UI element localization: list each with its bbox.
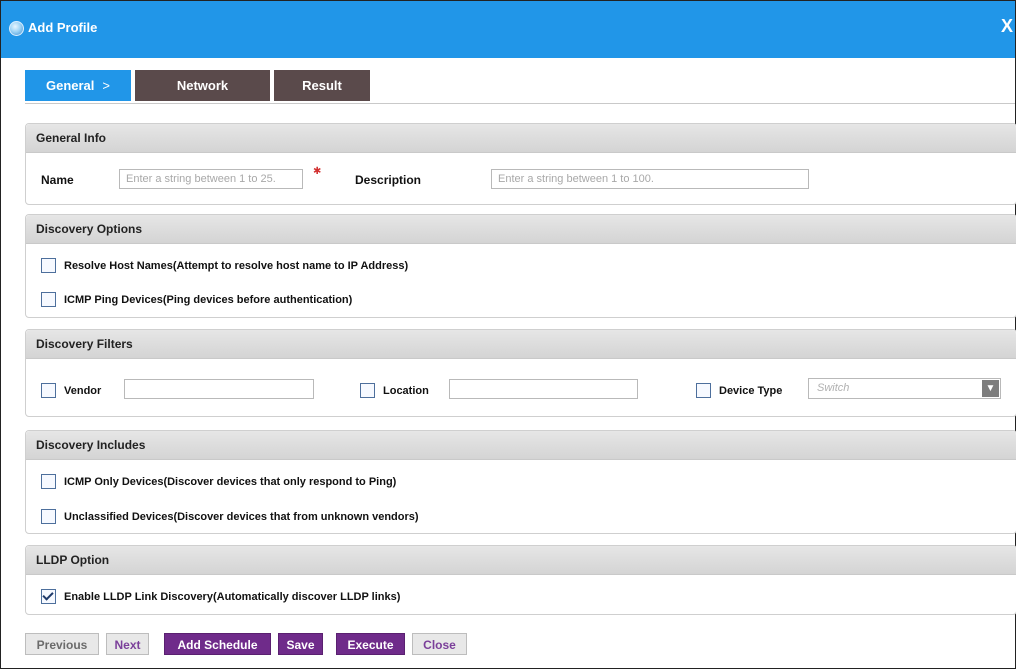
description-label: Description (355, 173, 422, 187)
previous-button[interactable]: Previous (25, 633, 99, 655)
location-checkbox[interactable] (360, 383, 375, 399)
icmp-only-devices-label: ICMP Only Devices(Discover devices that … (64, 475, 397, 488)
unclassified-devices-option: Unclassified Devices(Discover devices th… (41, 509, 419, 525)
step-general-label: General (45, 78, 95, 93)
save-button[interactable]: Save (278, 633, 323, 655)
name-input[interactable] (119, 169, 303, 189)
discovery-includes-panel: Discovery Includes ICMP Only Devices(Dis… (25, 430, 1016, 534)
resolve-host-names-option: Resolve Host Names(Attempt to resolve ho… (41, 258, 408, 274)
resolve-host-names-label: Resolve Host Names(Attempt to resolve ho… (64, 259, 409, 272)
resolve-host-names-checkbox[interactable] (41, 258, 56, 274)
required-marker-icon: ✱ (313, 166, 322, 177)
device-type-value: Switch (817, 382, 850, 394)
add-schedule-button[interactable]: Add Schedule (164, 633, 271, 655)
discovery-filters-header: Discovery Filters (26, 330, 1016, 359)
step-network[interactable]: Network (135, 70, 270, 101)
discovery-includes-header: Discovery Includes (26, 431, 1016, 460)
enable-lldp-option: Enable LLDP Link Discovery(Automatically… (41, 589, 400, 605)
icmp-ping-devices-label: ICMP Ping Devices(Ping devices before au… (64, 293, 353, 306)
enable-lldp-label: Enable LLDP Link Discovery(Automatically… (64, 590, 401, 603)
add-profile-dialog: Add Profile X General > Network Result Ge… (0, 0, 1016, 669)
lldp-option-header: LLDP Option (26, 546, 1016, 575)
lldp-option-panel: LLDP Option Enable LLDP Link Discovery(A… (25, 545, 1016, 615)
vendor-filter: Vendor (41, 383, 101, 399)
general-info-header: General Info (26, 124, 1016, 153)
next-button[interactable]: Next (106, 633, 149, 655)
icmp-only-devices-checkbox[interactable] (41, 474, 56, 490)
step-general[interactable]: General > (25, 70, 131, 101)
vendor-input[interactable] (124, 379, 314, 399)
vendor-checkbox[interactable] (41, 383, 56, 399)
chevron-right-icon: > (102, 78, 110, 93)
dialog-title-bar: Add Profile X (1, 1, 1015, 58)
unclassified-devices-checkbox[interactable] (41, 509, 56, 525)
name-label: Name (41, 173, 74, 187)
discovery-filters-panel: Discovery Filters Vendor Location Device… (25, 329, 1016, 417)
dialog-title: Add Profile (28, 20, 98, 35)
device-type-label: Device Type (719, 384, 783, 397)
description-input[interactable] (491, 169, 809, 189)
step-result[interactable]: Result (274, 70, 370, 101)
close-button[interactable]: Close (412, 633, 467, 655)
icmp-ping-devices-option: ICMP Ping Devices(Ping devices before au… (41, 292, 352, 308)
location-label: Location (383, 384, 429, 397)
device-type-checkbox[interactable] (696, 383, 711, 399)
icmp-ping-devices-checkbox[interactable] (41, 292, 56, 308)
chevron-down-icon: ▼ (982, 380, 999, 397)
vendor-label: Vendor (64, 384, 102, 397)
location-input[interactable] (449, 379, 638, 399)
close-icon[interactable]: X (1001, 16, 1013, 37)
device-type-filter: Device Type (696, 383, 782, 399)
discovery-options-header: Discovery Options (26, 215, 1016, 244)
unclassified-devices-label: Unclassified Devices(Discover devices th… (64, 510, 419, 523)
globe-icon (9, 21, 24, 36)
location-filter: Location (360, 383, 429, 399)
discovery-options-panel: Discovery Options Resolve Host Names(Att… (25, 214, 1016, 318)
execute-button[interactable]: Execute (336, 633, 405, 655)
general-info-panel: General Info Name ✱ Description (25, 123, 1016, 205)
enable-lldp-checkbox[interactable] (41, 589, 56, 605)
icmp-only-devices-option: ICMP Only Devices(Discover devices that … (41, 474, 396, 490)
device-type-select[interactable]: Switch ▼ (808, 378, 1001, 399)
wizard-steps: General > Network Result (25, 70, 1015, 104)
